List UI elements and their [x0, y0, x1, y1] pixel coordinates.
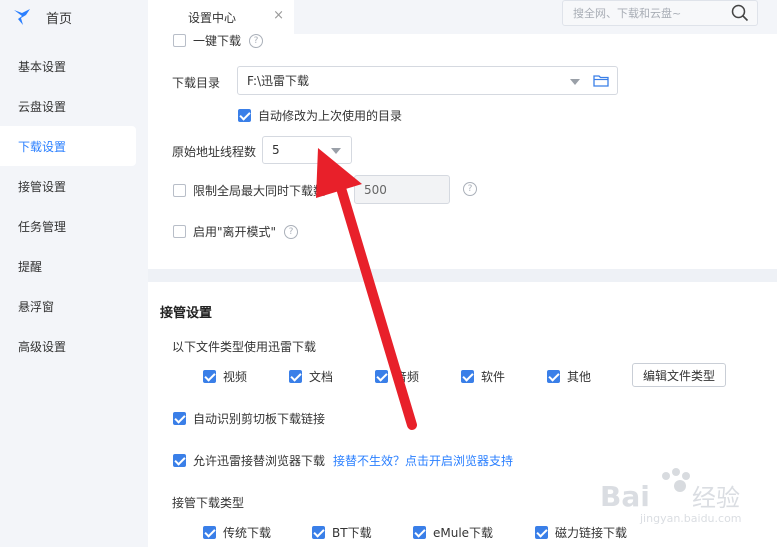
file-type-label: 文档 [309, 370, 334, 384]
threads-select[interactable]: 5 [262, 136, 352, 164]
bt-checkbox[interactable] [312, 526, 325, 539]
close-icon[interactable]: × [273, 9, 284, 23]
auto-modify-checkbox[interactable] [238, 109, 251, 122]
home-entry[interactable]: 首页 [0, 0, 148, 34]
search-icon[interactable] [731, 4, 749, 22]
help-icon[interactable]: ? [249, 33, 264, 48]
limit-label: 限制全局最大同时下载数 [193, 184, 326, 198]
one-click-checkbox[interactable] [173, 34, 186, 47]
file-type-label: 音频 [395, 370, 420, 384]
auto-modify-label: 自动修改为上次使用的目录 [258, 109, 403, 123]
download-type-label: 传统下载 [223, 526, 272, 540]
clipboard-checkbox[interactable] [173, 412, 186, 425]
other-checkbox[interactable] [547, 370, 560, 383]
file-type-document[interactable]: 文档 [289, 368, 333, 385]
download-type-label: 磁力链接下载 [555, 526, 628, 540]
clipboard-row: 自动识别剪切板下载链接 [173, 410, 325, 427]
file-type-software[interactable]: 软件 [461, 368, 505, 385]
type-emule[interactable]: eMule下载 [413, 524, 493, 541]
download-types-label: 接管下载类型 [172, 496, 245, 510]
download-dir-label: 下载目录 [172, 76, 221, 90]
chevron-down-icon[interactable] [570, 79, 580, 85]
sidebar-item-reminder[interactable]: 提醒 [0, 246, 148, 286]
edit-file-types-button[interactable]: 编辑文件类型 [632, 363, 726, 387]
sidebar-item-float[interactable]: 悬浮窗 [0, 286, 148, 326]
sidebar-item-tasks[interactable]: 任务管理 [0, 206, 148, 246]
clipboard-label: 自动识别剪切板下载链接 [193, 412, 326, 426]
tab-settings-center[interactable]: 设置中心 × [148, 0, 294, 34]
software-checkbox[interactable] [461, 370, 474, 383]
tab-label: 设置中心 [188, 10, 237, 25]
type-traditional[interactable]: 传统下载 [203, 524, 271, 541]
away-mode-checkbox[interactable] [173, 225, 186, 238]
chevron-down-icon[interactable] [331, 148, 341, 154]
browser-support-link[interactable]: 接替不生效？点击开启浏览器支持 [333, 452, 513, 469]
file-type-label: 软件 [481, 370, 506, 384]
limit-row: 限制全局最大同时下载数 [173, 182, 325, 199]
limit-input[interactable]: 500 [354, 175, 450, 204]
search-box[interactable] [562, 0, 758, 26]
one-click-label: 一键下载 [193, 34, 242, 48]
sidebar: 首页 基本设置 云盘设置 下载设置 接管设置 任务管理 提醒 悬浮窗 高级设置 [0, 0, 148, 547]
file-type-video[interactable]: 视频 [203, 368, 247, 385]
download-settings-panel: 一键下载 ? 下载目录 F:\迅雷下载 自动修改为上次使用的目录 原始地址线程数… [148, 32, 777, 269]
svg-text:jingyan.baidu.com: jingyan.baidu.com [639, 512, 742, 525]
file-type-label: 视频 [223, 370, 248, 384]
file-type-label: 其他 [567, 370, 592, 384]
traditional-checkbox[interactable] [203, 526, 216, 539]
document-checkbox[interactable] [289, 370, 302, 383]
download-dir-field[interactable]: F:\迅雷下载 [237, 66, 618, 95]
away-mode-row: 启用"离开模式" ? [173, 223, 299, 240]
browser-checkbox[interactable] [173, 454, 186, 467]
takeover-section-title: 接管设置 [160, 306, 213, 321]
thunder-logo-icon [14, 9, 30, 25]
download-type-label: eMule下载 [433, 526, 494, 540]
threads-value: 5 [272, 143, 280, 157]
type-magnet[interactable]: 磁力链接下载 [535, 524, 627, 541]
settings-nav: 基本设置 云盘设置 下载设置 接管设置 任务管理 提醒 悬浮窗 高级设置 [0, 46, 148, 366]
away-mode-label: 启用"离开模式" [193, 225, 277, 239]
threads-label: 原始地址线程数 [172, 145, 257, 159]
type-bt[interactable]: BT下载 [312, 524, 372, 541]
sidebar-item-cloud[interactable]: 云盘设置 [0, 86, 148, 126]
magnet-checkbox[interactable] [535, 526, 548, 539]
emule-checkbox[interactable] [413, 526, 426, 539]
download-dir-value: F:\迅雷下载 [247, 74, 310, 88]
top-bar: 设置中心 × [148, 0, 777, 34]
search-input[interactable] [563, 6, 723, 20]
audio-checkbox[interactable] [375, 370, 388, 383]
sidebar-item-takeover[interactable]: 接管设置 [0, 166, 148, 206]
video-checkbox[interactable] [203, 370, 216, 383]
home-label: 首页 [46, 11, 73, 27]
browser-row: 允许迅雷接替浏览器下载 接替不生效？点击开启浏览器支持 [173, 452, 513, 469]
svg-text:经验: 经验 [692, 484, 740, 512]
sidebar-item-basic[interactable]: 基本设置 [0, 46, 148, 86]
folder-icon[interactable] [593, 74, 609, 87]
auto-modify-row: 自动修改为上次使用的目录 [238, 107, 402, 124]
file-type-other[interactable]: 其他 [547, 368, 591, 385]
help-icon[interactable]: ? [463, 182, 477, 196]
file-types-label: 以下文件类型使用迅雷下载 [172, 340, 317, 354]
svg-text:Bai: Bai [600, 480, 650, 513]
sidebar-item-advanced[interactable]: 高级设置 [0, 326, 148, 366]
sidebar-item-download[interactable]: 下载设置 [0, 126, 136, 166]
limit-checkbox[interactable] [173, 184, 186, 197]
one-click-row: 一键下载 ? [173, 32, 264, 49]
download-type-label: BT下载 [332, 526, 372, 540]
file-type-audio[interactable]: 音频 [375, 368, 419, 385]
browser-label: 允许迅雷接替浏览器下载 [193, 454, 326, 468]
baidu-watermark-logo: Bai 经验 jingyan.baidu.com [600, 468, 742, 525]
limit-value: 500 [364, 182, 387, 197]
help-icon[interactable]: ? [284, 224, 299, 239]
